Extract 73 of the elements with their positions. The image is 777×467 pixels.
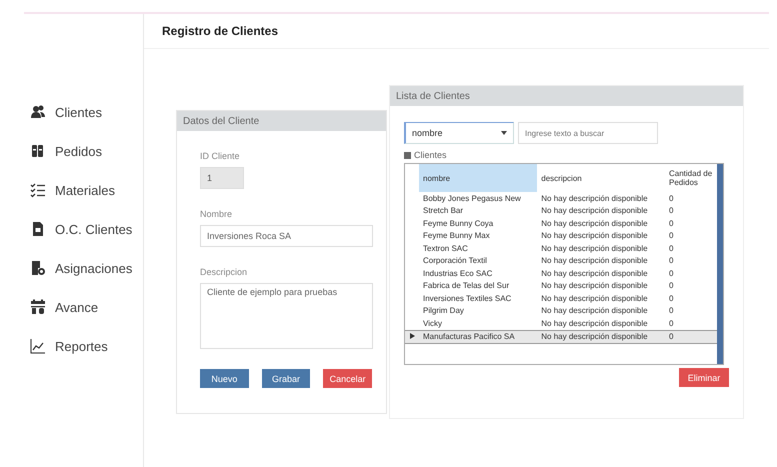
panel-title: Lista de Clientes xyxy=(390,86,743,106)
sidebar-item[interactable]: Pedidos xyxy=(30,141,143,161)
field-label: Descripcion xyxy=(200,267,248,277)
search-field[interactable]: Ingrese texto a buscar xyxy=(518,122,658,144)
line-chart-icon xyxy=(30,338,46,354)
scrollbar[interactable] xyxy=(717,164,723,364)
table-cell-text: Feyme Bunny Max xyxy=(422,230,491,242)
checklist-icon xyxy=(30,182,46,198)
delete-button[interactable]: Eliminar xyxy=(679,368,729,387)
sidebar-item[interactable]: Materiales xyxy=(30,180,143,200)
group-label: Clientes xyxy=(414,150,447,160)
table-cell-text: Inversiones Textiles SAC xyxy=(422,292,512,304)
cancel-button[interactable]: Cancelar xyxy=(323,369,372,388)
table-cell-text: 0 xyxy=(668,292,674,304)
table-cell: No hay descripción disponible xyxy=(537,317,665,330)
table-cell-text: No hay descripción disponible xyxy=(540,218,649,230)
table-cell-text: No hay descripción disponible xyxy=(540,292,649,304)
field-label: ID Cliente xyxy=(200,151,241,161)
row-pointer-icon xyxy=(410,334,414,341)
table-cell-text: Pilgrim Day xyxy=(422,305,465,317)
description-field[interactable]: Cliente de ejemplo para pruebas xyxy=(200,283,373,349)
document-icon xyxy=(30,221,46,237)
table-cell: Manufacturas Pacifico SA xyxy=(419,330,538,344)
dropdown-value: nombre xyxy=(412,128,443,138)
table-cell: Bobby Jones Pegasus New xyxy=(419,192,538,204)
sidebar-item[interactable]: Asignaciones xyxy=(30,258,143,278)
table-cell-text: Feyme Bunny Coya xyxy=(422,218,494,230)
table-cell-text: 0 xyxy=(668,218,674,230)
table-cell-text: Corporación Textil xyxy=(422,255,488,267)
filter-dropdown[interactable]: nombre xyxy=(404,122,514,144)
column-header[interactable]: Cantidad de Pedidos xyxy=(665,164,717,192)
page-title: Registro de Clientes xyxy=(144,14,769,49)
table-cell-text: No hay descripción disponible xyxy=(540,205,649,217)
table-cell: 0 xyxy=(665,317,717,330)
group-icon xyxy=(404,152,411,158)
table-cell-text: No hay descripción disponible xyxy=(540,242,649,254)
table-cell-text: 0 xyxy=(668,268,674,280)
table-cell-text: No hay descripción disponible xyxy=(540,192,649,204)
table-cell-text: No hay descripción disponible xyxy=(540,305,649,317)
table-cell-text: 0 xyxy=(668,305,674,317)
table-cell-text: Fabrica de Telas del Sur xyxy=(422,280,510,292)
name-field[interactable]: Inversiones Roca SA xyxy=(200,225,373,247)
table-cell: No hay descripción disponible xyxy=(537,330,665,344)
table-cell-text: 0 xyxy=(668,280,674,292)
table-cell-text: 0 xyxy=(668,192,674,204)
table-cell-text: No hay descripción disponible xyxy=(540,268,649,280)
table-cell: 0 xyxy=(665,330,717,344)
table-cell-text: Stretch Bar xyxy=(422,205,464,217)
table-cell: Vicky xyxy=(419,317,538,330)
document-gear-icon xyxy=(30,260,46,276)
books-icon xyxy=(30,143,46,159)
action-button[interactable]: Grabar xyxy=(262,369,310,388)
sidebar-item[interactable]: O.C. Clientes xyxy=(30,219,143,239)
action-button[interactable]: Nuevo xyxy=(200,369,249,388)
table-cell-text: 0 xyxy=(668,255,674,267)
table-cell-text: No hay descripción disponible xyxy=(540,230,649,242)
table-cell-text: No hay descripción disponible xyxy=(540,280,649,292)
table-cell-text: Industrias Eco SAC xyxy=(422,268,494,280)
column-header[interactable]: nombre xyxy=(419,164,538,192)
table-cell-text: 0 xyxy=(668,205,674,217)
users-icon xyxy=(30,104,46,120)
field-label: Nombre xyxy=(200,209,234,219)
column-header[interactable]: descripcion xyxy=(537,164,665,192)
sidebar-item[interactable]: Reportes xyxy=(30,336,143,356)
table-cell-text: 0 xyxy=(668,230,674,242)
panel-title: Datos del Cliente xyxy=(177,111,386,131)
sidebar-item[interactable]: Avance xyxy=(30,297,143,317)
caret-icon xyxy=(501,131,507,135)
table-cell-text: No hay descripción disponible xyxy=(540,255,649,267)
sidebar-item[interactable]: Clientes xyxy=(30,102,143,122)
table-cell-text: 0 xyxy=(668,242,674,254)
table-cell-text: Textron SAC xyxy=(422,242,469,254)
calendar-icon xyxy=(30,299,46,315)
